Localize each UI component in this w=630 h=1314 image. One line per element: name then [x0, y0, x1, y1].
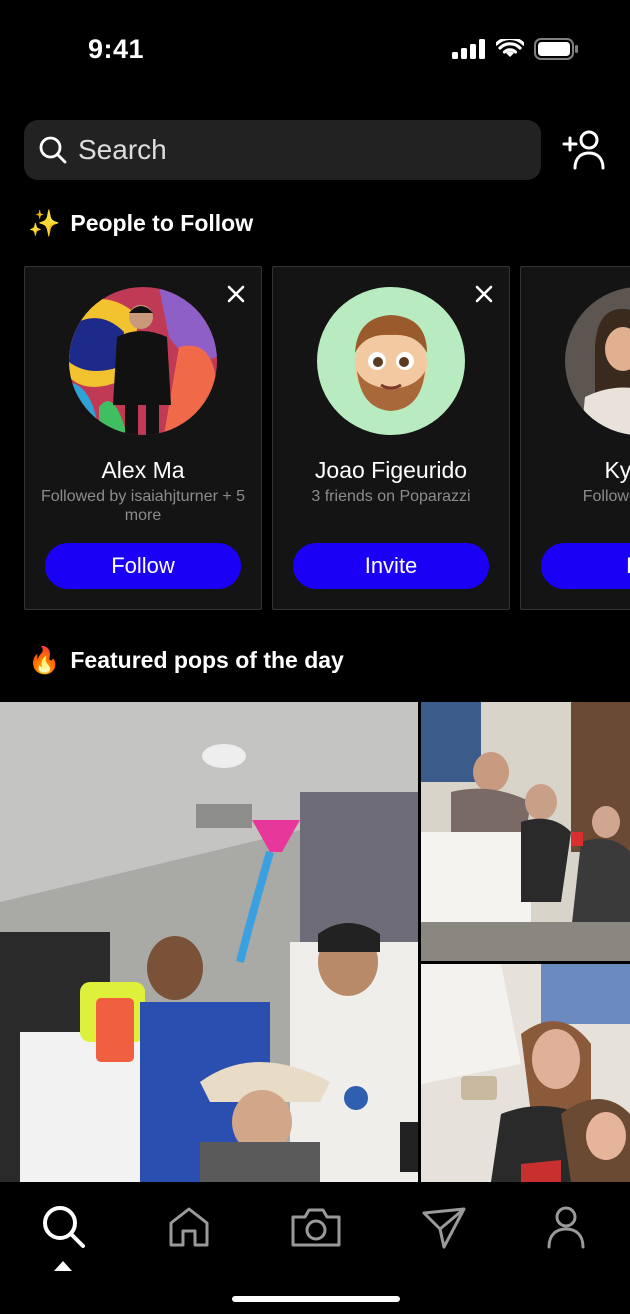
follow-button[interactable]: Fo [541, 543, 630, 589]
person-subtitle: 3 friends on Poparazzi [311, 488, 471, 505]
person-name: Kylie L [604, 457, 630, 483]
avatar[interactable] [69, 287, 217, 435]
status-icons [452, 38, 578, 60]
people-section-label: People to Follow [70, 210, 254, 236]
send-icon[interactable] [420, 1203, 468, 1251]
people-section-title: ✨ People to Follow [28, 208, 253, 239]
active-tab-indicator-icon [54, 1261, 72, 1271]
search-row: Search [24, 120, 606, 180]
person-name: Joao Figeurido [314, 457, 468, 483]
featured-photo-bottom-right[interactable] [421, 964, 630, 1182]
status-bar: 9:41 [0, 0, 630, 100]
search-input[interactable]: Search [24, 120, 541, 180]
tab-bar [0, 1183, 630, 1314]
home-icon[interactable] [165, 1203, 213, 1251]
avatar[interactable] [565, 287, 630, 435]
close-icon[interactable] [225, 283, 247, 305]
status-time: 9:41 [88, 34, 145, 64]
person-name: Alex Ma [101, 457, 185, 483]
wifi-icon [496, 39, 524, 57]
featured-photo-large[interactable] [0, 702, 418, 1182]
camera-icon[interactable] [290, 1203, 342, 1251]
featured-section-title: 🔥 Featured pops of the day [28, 645, 344, 676]
featured-photo-top-right[interactable] [421, 702, 630, 961]
avatar[interactable] [317, 287, 465, 435]
sparkles-emoji: ✨ [28, 208, 61, 238]
add-friend-icon[interactable] [562, 128, 606, 172]
app-screen: 9:41 Search ✨ People to Follow Alex Ma F… [0, 0, 630, 1314]
profile-icon[interactable] [542, 1203, 590, 1251]
featured-section-label: Featured pops of the day [70, 647, 344, 673]
search-icon [39, 136, 67, 164]
people-carousel[interactable]: Alex Ma Followed by isaiahjturner + 5 mo… [24, 266, 630, 610]
person-card: Alex Ma Followed by isaiahjturner + 5 mo… [24, 266, 262, 610]
battery-icon [534, 38, 578, 60]
follow-button[interactable]: Follow [45, 543, 241, 589]
search-icon[interactable] [40, 1203, 88, 1251]
fire-emoji: 🔥 [28, 645, 61, 675]
featured-photo-grid [0, 702, 630, 1182]
search-placeholder: Search [78, 134, 167, 165]
close-icon[interactable] [473, 283, 495, 305]
person-card: Joao Figeurido 3 friends on Poparazzi In… [272, 266, 510, 610]
person-subtitle: Followed by isaiahjturner + 5 more [40, 488, 246, 524]
person-subtitle: Followed by + 4 [582, 488, 630, 505]
invite-button[interactable]: Invite [293, 543, 489, 589]
signal-icon [452, 39, 485, 59]
person-card: Kylie L Followed by + 4 Fo [520, 266, 630, 610]
home-indicator [232, 1296, 400, 1302]
